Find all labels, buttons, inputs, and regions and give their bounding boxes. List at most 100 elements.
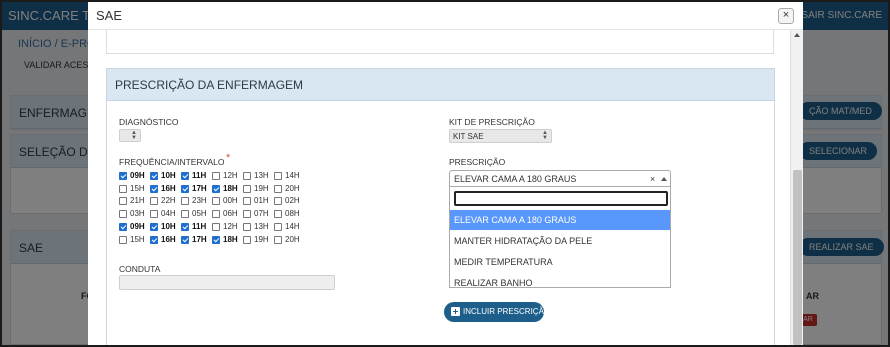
hour-checkbox[interactable]	[212, 222, 220, 231]
hour-label: 16H	[161, 183, 176, 193]
hour-label: 04H	[161, 209, 176, 219]
hour-checkbox[interactable]	[212, 197, 220, 206]
select-arrows-icon: ▲ ▼	[542, 130, 548, 141]
kit-label: KIT DE PRESCRIÇÃO	[449, 117, 535, 127]
hour-checkbox[interactable]	[274, 235, 282, 244]
frequencia-label: FREQUÊNCIA/INTERVALO	[119, 157, 225, 167]
hour-label: 13H	[254, 221, 269, 231]
hour-checkbox[interactable]	[274, 172, 282, 180]
hour-label: 00H	[223, 196, 238, 206]
hour-label: 10H	[161, 221, 176, 231]
hour-label: 03H	[130, 209, 145, 219]
hour-label: 21H	[130, 196, 145, 206]
hour-checkbox[interactable]	[274, 210, 282, 219]
prescricao-dropdown: ELEVAR CAMA A 180 GRAUS MANTER HIDRATAÇÃO…	[449, 187, 671, 288]
hour-label: 05H	[192, 209, 207, 219]
hour-label: 07H	[254, 209, 269, 219]
hour-label: 18H	[223, 234, 238, 244]
hour-checkbox[interactable]	[181, 222, 189, 231]
hour-label: 11H	[192, 171, 207, 180]
dropdown-search-input[interactable]	[454, 191, 668, 206]
hour-label: 20H	[285, 183, 300, 193]
hour-label: 16H	[161, 234, 176, 244]
dropdown-option[interactable]: REALIZAR BANHO	[450, 273, 670, 293]
hour-checkbox[interactable]	[274, 197, 282, 206]
hour-label: 15H	[130, 234, 145, 244]
hour-checkbox[interactable]	[243, 235, 251, 244]
caret-up-icon[interactable]	[661, 177, 667, 181]
hour-checkbox[interactable]	[274, 222, 282, 231]
hour-checkbox[interactable]	[181, 235, 189, 244]
sae-modal: SAE × PRESCRIÇÃO DA ENFERMAGEM DIAGNÓSTI…	[88, 2, 803, 345]
hour-label: 14H	[285, 171, 300, 180]
hour-checkbox[interactable]	[150, 184, 158, 193]
hour-checkbox[interactable]	[243, 197, 251, 206]
hour-checkbox[interactable]	[243, 172, 251, 180]
dropdown-option[interactable]: MEDIR TEMPERATURA	[450, 252, 670, 272]
diagnostico-select[interactable]: ▲ ▼	[119, 129, 141, 142]
hour-checkbox[interactable]	[119, 235, 127, 244]
hour-checkbox[interactable]	[274, 184, 282, 193]
clear-icon[interactable]: ×	[650, 174, 655, 184]
hour-checkbox[interactable]	[212, 235, 220, 244]
hour-label: 19H	[254, 183, 269, 193]
prescricao-combobox[interactable]: ELEVAR CAMA A 180 GRAUS ×	[449, 170, 671, 187]
hour-label: 01H	[254, 196, 269, 206]
incluir-prescricao-button[interactable]: INCLUIR PRESCRIÇÃO	[444, 302, 550, 322]
required-mark: *	[226, 152, 231, 164]
modal-title: SAE	[96, 8, 123, 23]
hour-checkbox[interactable]	[150, 222, 158, 231]
hour-checkbox[interactable]	[181, 210, 189, 219]
modal-header: SAE ×	[88, 2, 803, 30]
hour-checkbox[interactable]	[243, 184, 251, 193]
hour-checkbox[interactable]	[150, 210, 158, 219]
modal-body: PRESCRIÇÃO DA ENFERMAGEM DIAGNÓSTICO ▲ ▼ …	[88, 30, 803, 345]
panel-heading: PRESCRIÇÃO DA ENFERMAGEM	[107, 69, 774, 101]
hour-label: 19H	[254, 234, 269, 244]
hour-label: 02H	[285, 196, 300, 206]
scroll-up-arrow-icon[interactable]	[794, 33, 800, 37]
hour-checkbox[interactable]	[150, 235, 158, 244]
hour-label: 12H	[223, 171, 238, 180]
prescricao-panel: PRESCRIÇÃO DA ENFERMAGEM DIAGNÓSTICO ▲ ▼ …	[106, 68, 775, 345]
hour-checkbox[interactable]	[212, 184, 220, 193]
hour-checkbox[interactable]	[212, 210, 220, 219]
hour-label: 09H	[130, 171, 145, 180]
scroll-thumb[interactable]	[793, 170, 802, 345]
close-button[interactable]: ×	[778, 8, 794, 24]
hour-label: 20H	[285, 234, 300, 244]
hour-checkbox[interactable]	[119, 184, 127, 193]
hour-checkbox[interactable]	[119, 222, 127, 231]
section-title: PRESCRIÇÃO DA ENFERMAGEM	[115, 78, 304, 92]
hour-label: 15H	[130, 183, 145, 193]
plus-square-icon	[451, 307, 460, 316]
kit-value: KIT SAE	[453, 132, 484, 141]
hour-checkbox[interactable]	[150, 197, 158, 206]
hour-checkbox[interactable]	[181, 172, 189, 180]
incluir-label: INCLUIR PRESCRIÇÃO	[463, 307, 551, 316]
hour-checkbox[interactable]	[212, 172, 220, 180]
hour-label: 17H	[192, 183, 207, 193]
dropdown-option[interactable]: ELEVAR CAMA A 180 GRAUS	[450, 210, 670, 230]
hour-label: 08H	[285, 209, 300, 219]
hour-label: 14H	[285, 221, 300, 231]
hour-label: 06H	[223, 209, 238, 219]
hour-checkbox[interactable]	[243, 210, 251, 219]
kit-select[interactable]: KIT SAE ▲ ▼	[449, 129, 552, 143]
hour-checkbox[interactable]	[119, 210, 127, 219]
hour-label: 22H	[161, 196, 176, 206]
prescricao-value: ELEVAR CAMA A 180 GRAUS	[454, 174, 577, 184]
diagnostico-label: DIAGNÓSTICO	[119, 117, 179, 127]
hour-checkbox[interactable]	[119, 197, 127, 206]
hour-checkbox[interactable]	[181, 197, 189, 206]
hour-checkbox[interactable]	[150, 172, 158, 180]
dropdown-option[interactable]: MANTER HIDRATAÇÃO DA PELE	[450, 231, 670, 251]
hour-checkbox[interactable]	[243, 222, 251, 231]
prescricao-label: PRESCRIÇÃO	[449, 157, 506, 167]
hour-checkbox[interactable]	[119, 172, 127, 180]
hour-checkbox[interactable]	[181, 184, 189, 193]
hour-label: 18H	[223, 183, 238, 193]
hour-label: 11H	[192, 221, 207, 231]
conduta-input[interactable]	[119, 275, 335, 290]
modal-scrollbar[interactable]	[790, 30, 803, 345]
